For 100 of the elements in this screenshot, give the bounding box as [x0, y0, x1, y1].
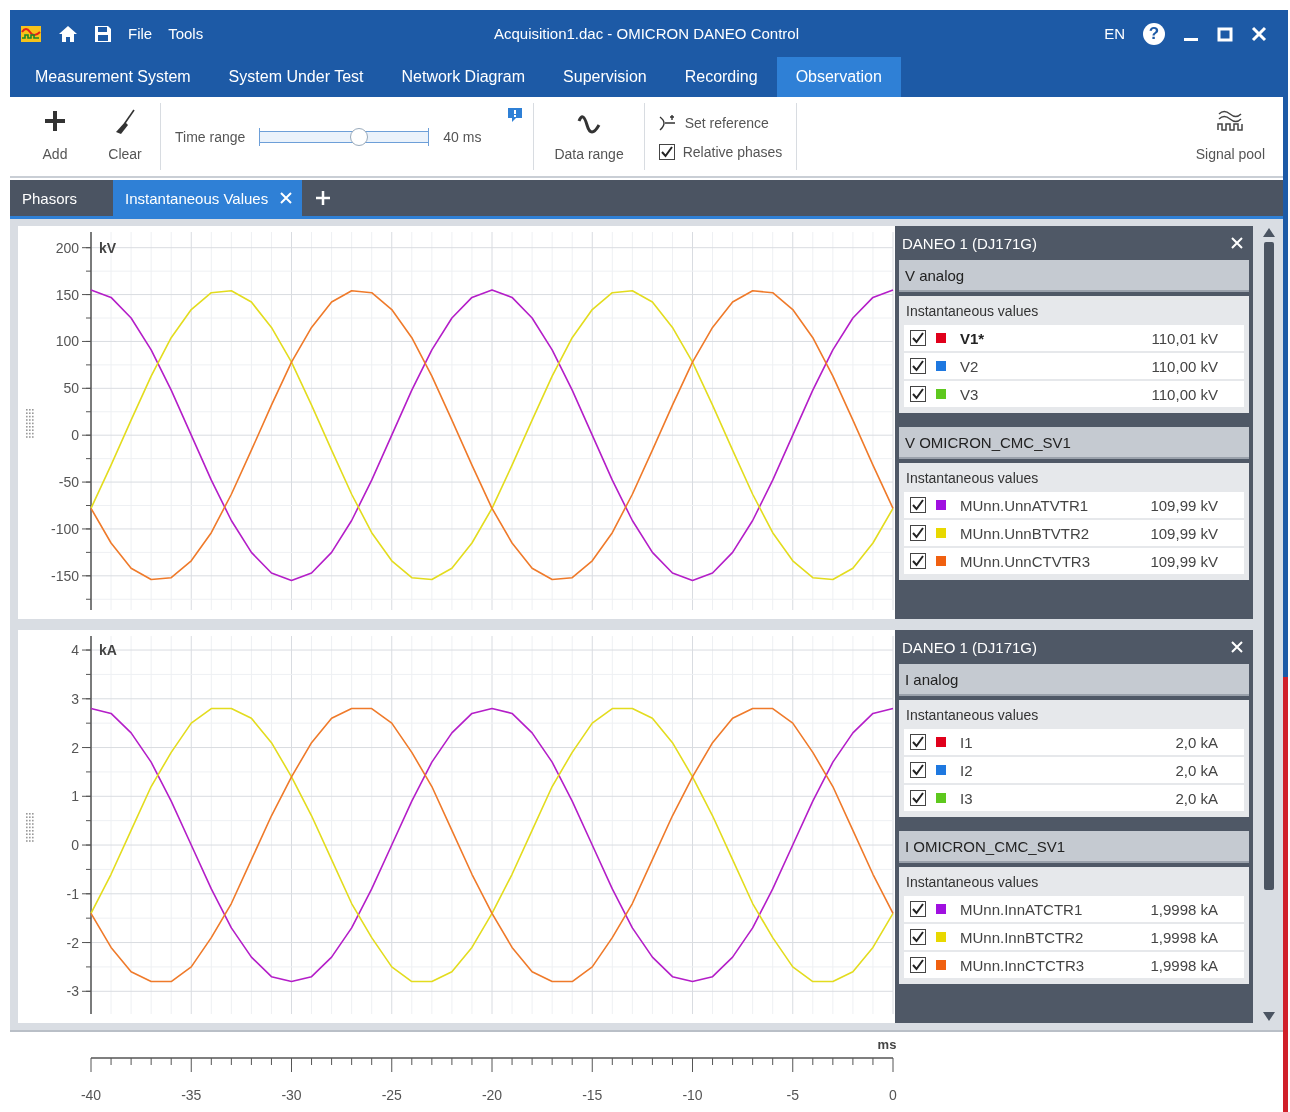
checkbox[interactable]: [910, 901, 926, 917]
checkbox[interactable]: [910, 525, 926, 541]
menu-item[interactable]: Tools: [168, 25, 204, 42]
time-range-slider[interactable]: [259, 127, 430, 146]
tick-label: -100: [50, 520, 79, 537]
channel-row[interactable]: V1* 110,01 kV: [904, 325, 1244, 351]
channel-name: I1: [960, 733, 973, 751]
checkbox[interactable]: [910, 762, 926, 778]
clear-button[interactable]: Clear: [100, 97, 150, 176]
ribbon-tab[interactable]: Observation: [776, 57, 901, 97]
tick-label: -25: [381, 1087, 402, 1103]
channel-value: 2,0 kA: [1175, 733, 1219, 751]
tick-label: 2: [71, 739, 79, 756]
channel-row[interactable]: I1 2,0 kA: [904, 729, 1244, 755]
save-icon[interactable]: [94, 24, 112, 43]
tick-label: -2: [66, 934, 79, 951]
data-range-button[interactable]: Data range: [544, 97, 634, 176]
tick-label: -3: [66, 982, 79, 999]
tick-label: -10: [682, 1087, 703, 1103]
close-icon[interactable]: [1231, 237, 1243, 249]
axis-unit: kV: [99, 239, 117, 256]
scroll-down-button[interactable]: [1262, 1011, 1276, 1023]
slider-thumb[interactable]: [350, 127, 369, 146]
tick-label: 4: [71, 641, 79, 658]
channel-row[interactable]: I2 2,0 kA: [904, 757, 1244, 783]
channel-row[interactable]: V3 110,00 kV: [904, 381, 1244, 407]
checkbox[interactable]: [910, 553, 926, 569]
channel-row[interactable]: MUnn.InnCTCTR3 1,9998 kA: [904, 952, 1244, 978]
ribbon-tab[interactable]: Network Diagram: [382, 57, 545, 97]
channel-value: 2,0 kA: [1175, 789, 1219, 807]
channel-value: 109,99 kV: [1150, 496, 1219, 514]
menu-item[interactable]: File: [128, 25, 153, 42]
checkbox[interactable]: [910, 790, 926, 806]
tick-label: 200: [55, 239, 79, 256]
broom-icon: [113, 109, 137, 135]
tick-label: 1: [71, 787, 79, 804]
tick-label: 3: [71, 690, 79, 707]
channel-name: I2: [960, 761, 973, 779]
close-icon[interactable]: [1251, 25, 1267, 42]
legend-title: DANEO 1 (DJ171G): [902, 234, 1038, 252]
group-header[interactable]: I OMICRON_CMC_SV1: [899, 831, 1249, 863]
channel-row[interactable]: MUnn.UnnBTVTR2 109,99 kV: [904, 520, 1244, 546]
grip-icon[interactable]: [26, 812, 34, 842]
close-icon[interactable]: [280, 192, 293, 204]
grip-icon[interactable]: [26, 408, 34, 438]
checkbox[interactable]: [910, 957, 926, 973]
group-header[interactable]: V analog: [899, 260, 1249, 292]
channel-value: 2,0 kA: [1175, 761, 1219, 779]
scroll-up-button[interactable]: [1262, 226, 1276, 238]
language-button[interactable]: EN: [1104, 25, 1125, 42]
checkbox[interactable]: [910, 358, 926, 374]
close-icon[interactable]: [1231, 641, 1243, 653]
signal-pool-button[interactable]: Signal pool: [1195, 97, 1265, 176]
channel-row[interactable]: I3 2,0 kA: [904, 785, 1244, 811]
ribbon-tab[interactable]: Measurement System: [16, 57, 210, 97]
channel-row[interactable]: MUnn.InnATCTR1 1,9998 kA: [904, 896, 1244, 922]
checkbox[interactable]: [658, 143, 675, 160]
tick-label: -50: [58, 473, 79, 490]
checkbox[interactable]: [910, 386, 926, 402]
add-button[interactable]: Add: [30, 97, 80, 176]
ribbon-tab[interactable]: Supervision: [544, 57, 666, 97]
scrollbar-thumb[interactable]: [1264, 242, 1274, 890]
help-button[interactable]: ?: [1143, 22, 1165, 45]
channel-name: MUnn.UnnATVTR1: [960, 496, 1089, 514]
channel-row[interactable]: MUnn.UnnCTVTR3 109,99 kV: [904, 548, 1244, 574]
tick-label: 0: [71, 426, 79, 443]
ribbon-tab[interactable]: Recording: [665, 57, 777, 97]
checkbox[interactable]: [910, 497, 926, 513]
app-logo-icon: [20, 24, 42, 43]
maximize-icon[interactable]: [1217, 25, 1233, 42]
checkbox-label[interactable]: Relative phases: [682, 143, 783, 160]
group-header[interactable]: I analog: [899, 664, 1249, 696]
group-header[interactable]: V OMICRON_CMC_SV1: [899, 427, 1249, 459]
channel-row[interactable]: MUnn.UnnATVTR1 109,99 kV: [904, 492, 1244, 518]
group-subtitle: Instantaneous values: [905, 468, 1040, 488]
notification-icon: [507, 107, 524, 123]
checkbox[interactable]: [910, 929, 926, 945]
channel-value: 1,9998 kA: [1150, 956, 1219, 974]
signal-waves-icon: [1215, 109, 1246, 133]
add-tab-icon[interactable]: [316, 191, 331, 205]
document-tab[interactable]: Instantaneous Values: [113, 180, 303, 216]
document-tab[interactable]: Phasors: [10, 180, 114, 216]
checkbox[interactable]: [910, 734, 926, 750]
checkbox[interactable]: [910, 330, 926, 346]
channel-row[interactable]: V2 110,00 kV: [904, 353, 1244, 379]
home-icon[interactable]: [58, 24, 78, 43]
ribbon-tab[interactable]: System Under Test: [209, 57, 383, 97]
legend-title: DANEO 1 (DJ171G): [902, 638, 1038, 656]
window-title: Acquisition1.dac - OMICRON DANEO Control: [493, 25, 800, 42]
channel-row[interactable]: MUnn.InnBTCTR2 1,9998 kA: [904, 924, 1244, 950]
channel-name: V2: [960, 357, 979, 375]
set-reference-button[interactable]: Set reference: [658, 113, 783, 132]
channel-name: V3: [960, 385, 979, 403]
group-subtitle: Instantaneous values: [905, 705, 1040, 725]
tick-label: 0: [889, 1087, 897, 1103]
channel-name: I3: [960, 789, 973, 807]
channel-value: 110,00 kV: [1151, 357, 1219, 375]
channel-name: V1*: [960, 329, 985, 347]
channel-name: MUnn.InnCTCTR3: [960, 956, 1085, 974]
channel-name: MUnn.UnnCTVTR3: [960, 552, 1091, 570]
